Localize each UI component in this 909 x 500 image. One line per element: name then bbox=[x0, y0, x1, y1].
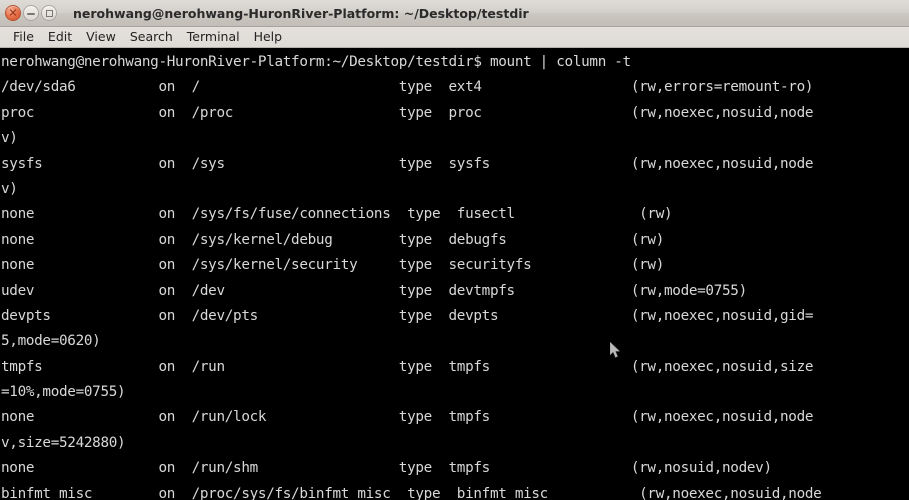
terminal-line: none on /sys/kernel/debug type debugfs (… bbox=[1, 231, 664, 248]
terminal-line: tmpfs on /run type tmpfs (rw,noexec,nosu… bbox=[1, 358, 814, 375]
terminal-line: /dev/sda6 on / type ext4 (rw,errors=remo… bbox=[1, 79, 814, 96]
menu-item-terminal[interactable]: Terminal bbox=[180, 28, 247, 46]
menu-item-search[interactable]: Search bbox=[123, 28, 180, 46]
window-title: nerohwang@nerohwang-HuronRiver-Platform:… bbox=[73, 5, 529, 21]
terminal-line: v,size=5242880) bbox=[1, 434, 126, 451]
terminal-screen[interactable]: nerohwang@nerohwang-HuronRiver-Platform:… bbox=[0, 48, 909, 500]
terminal-line: none on /sys/kernel/security type securi… bbox=[1, 257, 664, 274]
terminal-line: none on /run/lock type tmpfs (rw,noexec,… bbox=[1, 409, 814, 426]
terminal-line: devpts on /dev/pts type devpts (rw,noexe… bbox=[1, 307, 814, 324]
terminal-window: ✕ nerohwang@nerohwang-HuronRiver-Platfor… bbox=[0, 0, 909, 500]
terminal-line: binfmt_misc on /proc/sys/fs/binfmt_misc … bbox=[1, 485, 822, 500]
terminal-line: udev on /dev type devtmpfs (rw,mode=0755… bbox=[1, 282, 747, 299]
minimize-glyph bbox=[27, 13, 35, 15]
close-icon[interactable]: ✕ bbox=[5, 5, 21, 21]
terminal-line: none on /sys/fs/fuse/connections type fu… bbox=[1, 206, 673, 223]
terminal-line: none on /run/shm type tmpfs (rw,nosuid,n… bbox=[1, 460, 772, 477]
window-titlebar: ✕ nerohwang@nerohwang-HuronRiver-Platfor… bbox=[0, 0, 909, 27]
terminal-line: 5,mode=0620) bbox=[1, 333, 101, 350]
minimize-icon[interactable] bbox=[23, 5, 39, 21]
menu-item-file[interactable]: File bbox=[6, 28, 41, 46]
maximize-glyph bbox=[46, 10, 53, 17]
menu-item-view[interactable]: View bbox=[79, 28, 123, 46]
terminal-line: =10%,mode=0755) bbox=[1, 384, 126, 401]
menu-item-edit[interactable]: Edit bbox=[41, 28, 79, 46]
maximize-icon[interactable] bbox=[41, 5, 57, 21]
terminal-output: nerohwang@nerohwang-HuronRiver-Platform:… bbox=[1, 50, 909, 500]
terminal-line: proc on /proc type proc (rw,noexec,nosui… bbox=[1, 104, 814, 121]
close-glyph: ✕ bbox=[8, 6, 18, 20]
window-controls: ✕ bbox=[0, 5, 57, 21]
terminal-line: sysfs on /sys type sysfs (rw,noexec,nosu… bbox=[1, 155, 814, 172]
terminal-line: v) bbox=[1, 180, 18, 197]
menubar: File Edit View Search Terminal Help bbox=[0, 27, 909, 48]
terminal-line: v) bbox=[1, 130, 18, 147]
terminal-line: nerohwang@nerohwang-HuronRiver-Platform:… bbox=[1, 54, 631, 70]
menu-item-help[interactable]: Help bbox=[247, 28, 290, 46]
